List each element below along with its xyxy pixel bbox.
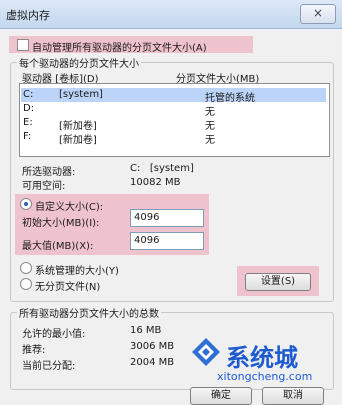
watermark-brand: 系统城 bbox=[226, 344, 298, 372]
system-managed-label: 系统管理的大小(Y) bbox=[35, 266, 119, 277]
drive-letter: F: bbox=[23, 131, 32, 142]
drive-label: [新加卷] bbox=[59, 135, 97, 146]
ok-button[interactable]: 确定 bbox=[190, 387, 252, 405]
min-allowed-value: 16 MB bbox=[130, 325, 162, 336]
free-space-value: 10082 MB bbox=[130, 177, 181, 188]
drive-letter: D: bbox=[23, 103, 35, 114]
min-allowed-label: 允许的最小值: bbox=[22, 329, 86, 340]
max-size-label: 最大值(MB)(X): bbox=[22, 241, 94, 252]
custom-size-radio[interactable] bbox=[20, 198, 32, 210]
auto-manage-checkbox[interactable] bbox=[17, 39, 29, 51]
allocated-value: 2004 MB bbox=[130, 357, 175, 368]
drive-letter: C: bbox=[23, 89, 34, 100]
system-managed-radio[interactable] bbox=[20, 262, 32, 274]
drive-letter: E: bbox=[23, 117, 33, 128]
set-button[interactable]: 设置(S) bbox=[245, 273, 311, 291]
drive-row[interactable]: F: [新加卷] 无 bbox=[21, 130, 326, 146]
free-space-label: 可用空间: bbox=[22, 181, 66, 192]
max-size-input[interactable]: 4096 bbox=[130, 232, 204, 250]
drive-list[interactable]: C: [system] 托管的系统 D: 无 E: [新加卷] 无 F: [新加… bbox=[19, 83, 330, 157]
selected-drive-value: C: [system] bbox=[130, 163, 194, 174]
watermark-url: xitongcheng.com bbox=[217, 370, 313, 383]
selected-drive-label: 所选驱动器: bbox=[22, 167, 76, 178]
drive-row[interactable]: E: [新加卷] 无 bbox=[21, 116, 326, 132]
close-button[interactable]: × bbox=[300, 4, 336, 24]
drive-size: 无 bbox=[205, 135, 215, 146]
initial-size-label: 初始大小(MB)(I): bbox=[22, 218, 100, 229]
per-drive-group-label: 每个驱动器的分页文件大小 bbox=[17, 55, 141, 70]
drive-label: [system] bbox=[59, 89, 103, 100]
recommended-label: 推荐: bbox=[22, 345, 46, 356]
no-paging-label: 无分页文件(N) bbox=[35, 282, 101, 293]
allocated-label: 当前已分配: bbox=[22, 361, 76, 372]
no-paging-radio[interactable] bbox=[20, 278, 32, 290]
recommended-value: 3006 MB bbox=[130, 341, 175, 352]
totals-group-label: 所有驱动器分页文件大小的总数 bbox=[17, 305, 161, 320]
initial-size-input[interactable]: 4096 bbox=[130, 209, 204, 227]
title-bar: 虚拟内存 × bbox=[0, 0, 342, 29]
window-title: 虚拟内存 bbox=[6, 9, 50, 22]
auto-manage-label: 自动管理所有驱动器的分页文件大小(A) bbox=[32, 43, 207, 54]
drive-row[interactable]: C: [system] 托管的系统 bbox=[21, 88, 326, 104]
custom-size-label: 自定义大小(C): bbox=[35, 202, 104, 213]
drive-row[interactable]: D: 无 bbox=[21, 102, 326, 118]
watermark-logo-icon bbox=[192, 338, 220, 366]
cancel-button[interactable]: 取消 bbox=[262, 387, 324, 405]
